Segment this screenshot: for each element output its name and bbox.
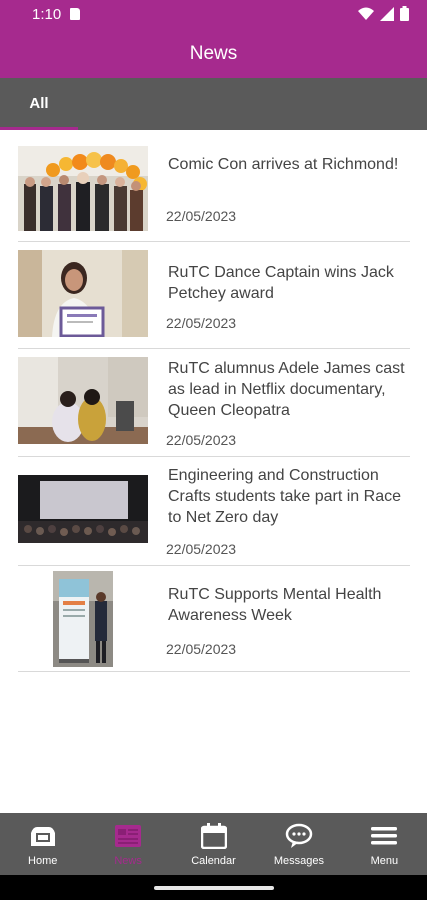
messages-icon bbox=[285, 822, 313, 850]
menu-icon bbox=[370, 822, 398, 850]
news-thumbnail bbox=[18, 475, 148, 543]
news-thumbnail bbox=[18, 250, 148, 337]
news-item-mental-health[interactable]: RuTC Supports Mental Health Awareness We… bbox=[18, 565, 410, 672]
tab-all[interactable]: All bbox=[0, 78, 78, 130]
news-date: 22/05/2023 bbox=[166, 641, 237, 657]
nav-home[interactable]: Home bbox=[0, 813, 85, 875]
news-item-dance-captain[interactable]: RuTC Dance Captain wins Jack Petchey awa… bbox=[18, 241, 410, 349]
home-gesture-handle[interactable] bbox=[154, 886, 274, 890]
home-icon bbox=[29, 822, 57, 850]
nav-calendar-label: Calendar bbox=[191, 855, 236, 867]
news-item-adele-james[interactable]: RuTC alumnus Adele James cast as lead in… bbox=[18, 348, 410, 457]
news-icon bbox=[114, 822, 142, 850]
news-title: RuTC Dance Captain wins Jack Petchey awa… bbox=[168, 264, 394, 302]
sd-card-icon bbox=[70, 8, 80, 20]
status-icons bbox=[358, 6, 409, 21]
bottom-navigation: Home News Calendar Messages Menu bbox=[0, 813, 427, 875]
news-date: 22/05/2023 bbox=[166, 541, 237, 557]
app-bar: News bbox=[0, 30, 427, 78]
calendar-icon bbox=[200, 822, 227, 850]
news-title: Comic Con arrives at Richmond! bbox=[168, 156, 399, 173]
nav-news-label: News bbox=[114, 855, 142, 867]
tab-bar: All bbox=[0, 78, 427, 130]
nav-messages-label: Messages bbox=[273, 855, 324, 867]
news-date: 22/05/2023 bbox=[166, 315, 237, 331]
news-title: RuTC Supports Mental Health Awareness We… bbox=[168, 586, 382, 624]
nav-menu[interactable]: Menu bbox=[342, 813, 427, 875]
nav-messages[interactable]: Messages bbox=[256, 813, 341, 875]
nav-news[interactable]: News bbox=[85, 813, 170, 875]
nav-menu-label: Menu bbox=[370, 855, 399, 867]
news-item-comic-con[interactable]: Comic Con arrives at Richmond! 22/05/202… bbox=[18, 144, 410, 242]
wifi-icon bbox=[358, 7, 374, 20]
nav-calendar[interactable]: Calendar bbox=[171, 813, 256, 875]
status-time: 1:10 bbox=[32, 6, 62, 23]
nav-home-label: Home bbox=[28, 855, 58, 867]
page-title: News bbox=[189, 43, 238, 64]
tab-selected-indicator bbox=[0, 127, 78, 130]
news-item-net-zero[interactable]: Engineering and Construction Crafts stud… bbox=[18, 456, 410, 566]
news-thumbnail bbox=[53, 571, 113, 667]
signal-icon bbox=[380, 6, 394, 21]
news-title: Engineering and Construction Crafts stud… bbox=[168, 467, 401, 526]
tab-all-label: All bbox=[29, 94, 49, 112]
news-thumbnail bbox=[18, 146, 148, 231]
news-thumbnail bbox=[18, 357, 148, 444]
news-title: RuTC alumnus Adele James cast as lead in… bbox=[168, 360, 405, 419]
news-date: 22/05/2023 bbox=[166, 208, 237, 224]
news-date: 22/05/2023 bbox=[166, 432, 237, 448]
status-bar: 1:10 bbox=[0, 0, 427, 30]
battery-icon bbox=[400, 6, 409, 21]
system-gesture-bar bbox=[0, 875, 427, 900]
